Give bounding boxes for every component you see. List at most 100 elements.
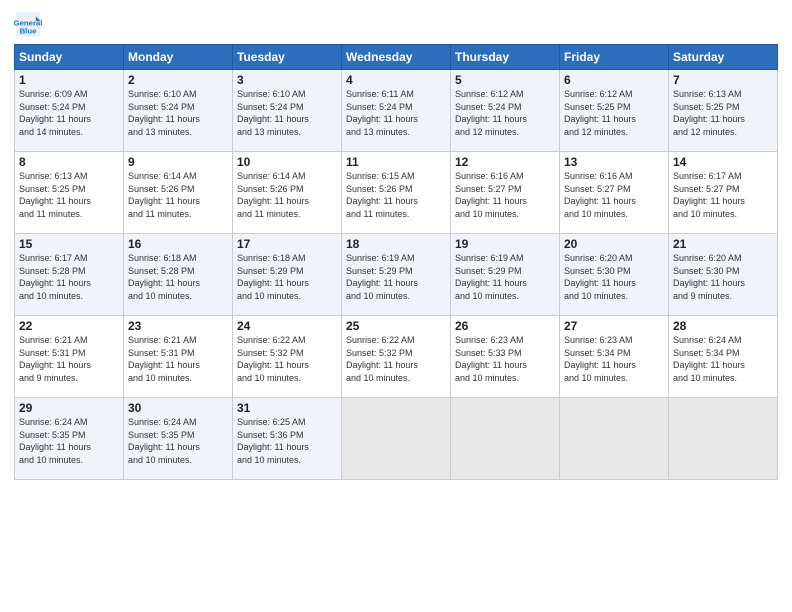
day-number: 28 [673, 319, 773, 333]
day-number: 11 [346, 155, 446, 169]
day-number: 6 [564, 73, 664, 87]
day-number: 31 [237, 401, 337, 415]
day-number: 27 [564, 319, 664, 333]
calendar-cell: 29Sunrise: 6:24 AM Sunset: 5:35 PM Dayli… [15, 398, 124, 480]
day-info: Sunrise: 6:20 AM Sunset: 5:30 PM Dayligh… [673, 252, 773, 302]
day-number: 10 [237, 155, 337, 169]
calendar-cell: 1Sunrise: 6:09 AM Sunset: 5:24 PM Daylig… [15, 70, 124, 152]
day-info: Sunrise: 6:13 AM Sunset: 5:25 PM Dayligh… [19, 170, 119, 220]
header: General Blue [14, 10, 778, 38]
day-info: Sunrise: 6:18 AM Sunset: 5:28 PM Dayligh… [128, 252, 228, 302]
day-info: Sunrise: 6:12 AM Sunset: 5:25 PM Dayligh… [564, 88, 664, 138]
day-info: Sunrise: 6:14 AM Sunset: 5:26 PM Dayligh… [237, 170, 337, 220]
calendar-cell: 12Sunrise: 6:16 AM Sunset: 5:27 PM Dayli… [451, 152, 560, 234]
day-of-week-wednesday: Wednesday [342, 45, 451, 70]
page: General Blue SundayMondayTuesdayWednesda… [0, 0, 792, 612]
calendar-body: 1Sunrise: 6:09 AM Sunset: 5:24 PM Daylig… [15, 70, 778, 480]
calendar-cell: 11Sunrise: 6:15 AM Sunset: 5:26 PM Dayli… [342, 152, 451, 234]
calendar-cell: 16Sunrise: 6:18 AM Sunset: 5:28 PM Dayli… [124, 234, 233, 316]
day-info: Sunrise: 6:16 AM Sunset: 5:27 PM Dayligh… [564, 170, 664, 220]
calendar-cell: 5Sunrise: 6:12 AM Sunset: 5:24 PM Daylig… [451, 70, 560, 152]
calendar-cell [451, 398, 560, 480]
calendar-table: SundayMondayTuesdayWednesdayThursdayFrid… [14, 44, 778, 480]
day-of-week-thursday: Thursday [451, 45, 560, 70]
day-info: Sunrise: 6:17 AM Sunset: 5:28 PM Dayligh… [19, 252, 119, 302]
day-of-week-friday: Friday [560, 45, 669, 70]
day-number: 26 [455, 319, 555, 333]
day-info: Sunrise: 6:18 AM Sunset: 5:29 PM Dayligh… [237, 252, 337, 302]
day-info: Sunrise: 6:25 AM Sunset: 5:36 PM Dayligh… [237, 416, 337, 466]
day-of-week-tuesday: Tuesday [233, 45, 342, 70]
day-number: 24 [237, 319, 337, 333]
day-number: 2 [128, 73, 228, 87]
week-row-4: 22Sunrise: 6:21 AM Sunset: 5:31 PM Dayli… [15, 316, 778, 398]
day-number: 22 [19, 319, 119, 333]
calendar-cell: 22Sunrise: 6:21 AM Sunset: 5:31 PM Dayli… [15, 316, 124, 398]
calendar-cell: 2Sunrise: 6:10 AM Sunset: 5:24 PM Daylig… [124, 70, 233, 152]
day-number: 12 [455, 155, 555, 169]
calendar-cell: 30Sunrise: 6:24 AM Sunset: 5:35 PM Dayli… [124, 398, 233, 480]
day-number: 8 [19, 155, 119, 169]
calendar-header: SundayMondayTuesdayWednesdayThursdayFrid… [15, 45, 778, 70]
day-of-week-saturday: Saturday [669, 45, 778, 70]
calendar-cell [560, 398, 669, 480]
day-of-week-monday: Monday [124, 45, 233, 70]
day-number: 14 [673, 155, 773, 169]
calendar-cell: 14Sunrise: 6:17 AM Sunset: 5:27 PM Dayli… [669, 152, 778, 234]
day-info: Sunrise: 6:20 AM Sunset: 5:30 PM Dayligh… [564, 252, 664, 302]
day-info: Sunrise: 6:23 AM Sunset: 5:33 PM Dayligh… [455, 334, 555, 384]
calendar-cell: 21Sunrise: 6:20 AM Sunset: 5:30 PM Dayli… [669, 234, 778, 316]
calendar-cell [669, 398, 778, 480]
day-number: 7 [673, 73, 773, 87]
week-row-2: 8Sunrise: 6:13 AM Sunset: 5:25 PM Daylig… [15, 152, 778, 234]
day-number: 13 [564, 155, 664, 169]
calendar-cell: 18Sunrise: 6:19 AM Sunset: 5:29 PM Dayli… [342, 234, 451, 316]
day-info: Sunrise: 6:10 AM Sunset: 5:24 PM Dayligh… [237, 88, 337, 138]
day-number: 4 [346, 73, 446, 87]
calendar-cell: 25Sunrise: 6:22 AM Sunset: 5:32 PM Dayli… [342, 316, 451, 398]
day-info: Sunrise: 6:24 AM Sunset: 5:35 PM Dayligh… [128, 416, 228, 466]
calendar-cell: 10Sunrise: 6:14 AM Sunset: 5:26 PM Dayli… [233, 152, 342, 234]
day-number: 9 [128, 155, 228, 169]
day-info: Sunrise: 6:21 AM Sunset: 5:31 PM Dayligh… [19, 334, 119, 384]
day-info: Sunrise: 6:19 AM Sunset: 5:29 PM Dayligh… [455, 252, 555, 302]
calendar-cell [342, 398, 451, 480]
calendar-cell: 31Sunrise: 6:25 AM Sunset: 5:36 PM Dayli… [233, 398, 342, 480]
calendar-cell: 9Sunrise: 6:14 AM Sunset: 5:26 PM Daylig… [124, 152, 233, 234]
day-number: 17 [237, 237, 337, 251]
day-number: 1 [19, 73, 119, 87]
day-info: Sunrise: 6:21 AM Sunset: 5:31 PM Dayligh… [128, 334, 228, 384]
day-info: Sunrise: 6:16 AM Sunset: 5:27 PM Dayligh… [455, 170, 555, 220]
day-info: Sunrise: 6:22 AM Sunset: 5:32 PM Dayligh… [237, 334, 337, 384]
calendar-cell: 3Sunrise: 6:10 AM Sunset: 5:24 PM Daylig… [233, 70, 342, 152]
day-info: Sunrise: 6:15 AM Sunset: 5:26 PM Dayligh… [346, 170, 446, 220]
day-info: Sunrise: 6:24 AM Sunset: 5:35 PM Dayligh… [19, 416, 119, 466]
svg-text:Blue: Blue [20, 26, 38, 35]
day-info: Sunrise: 6:24 AM Sunset: 5:34 PM Dayligh… [673, 334, 773, 384]
day-number: 15 [19, 237, 119, 251]
calendar-cell: 17Sunrise: 6:18 AM Sunset: 5:29 PM Dayli… [233, 234, 342, 316]
calendar-cell: 15Sunrise: 6:17 AM Sunset: 5:28 PM Dayli… [15, 234, 124, 316]
day-of-week-sunday: Sunday [15, 45, 124, 70]
day-number: 19 [455, 237, 555, 251]
day-info: Sunrise: 6:23 AM Sunset: 5:34 PM Dayligh… [564, 334, 664, 384]
calendar-cell: 13Sunrise: 6:16 AM Sunset: 5:27 PM Dayli… [560, 152, 669, 234]
day-info: Sunrise: 6:17 AM Sunset: 5:27 PM Dayligh… [673, 170, 773, 220]
day-info: Sunrise: 6:14 AM Sunset: 5:26 PM Dayligh… [128, 170, 228, 220]
day-number: 21 [673, 237, 773, 251]
day-number: 3 [237, 73, 337, 87]
day-number: 20 [564, 237, 664, 251]
week-row-5: 29Sunrise: 6:24 AM Sunset: 5:35 PM Dayli… [15, 398, 778, 480]
day-number: 16 [128, 237, 228, 251]
day-info: Sunrise: 6:12 AM Sunset: 5:24 PM Dayligh… [455, 88, 555, 138]
logo: General Blue [14, 10, 46, 38]
calendar-cell: 27Sunrise: 6:23 AM Sunset: 5:34 PM Dayli… [560, 316, 669, 398]
day-number: 5 [455, 73, 555, 87]
day-info: Sunrise: 6:11 AM Sunset: 5:24 PM Dayligh… [346, 88, 446, 138]
calendar-cell: 28Sunrise: 6:24 AM Sunset: 5:34 PM Dayli… [669, 316, 778, 398]
calendar-cell: 19Sunrise: 6:19 AM Sunset: 5:29 PM Dayli… [451, 234, 560, 316]
day-number: 25 [346, 319, 446, 333]
day-info: Sunrise: 6:19 AM Sunset: 5:29 PM Dayligh… [346, 252, 446, 302]
calendar-cell: 20Sunrise: 6:20 AM Sunset: 5:30 PM Dayli… [560, 234, 669, 316]
calendar-cell: 7Sunrise: 6:13 AM Sunset: 5:25 PM Daylig… [669, 70, 778, 152]
